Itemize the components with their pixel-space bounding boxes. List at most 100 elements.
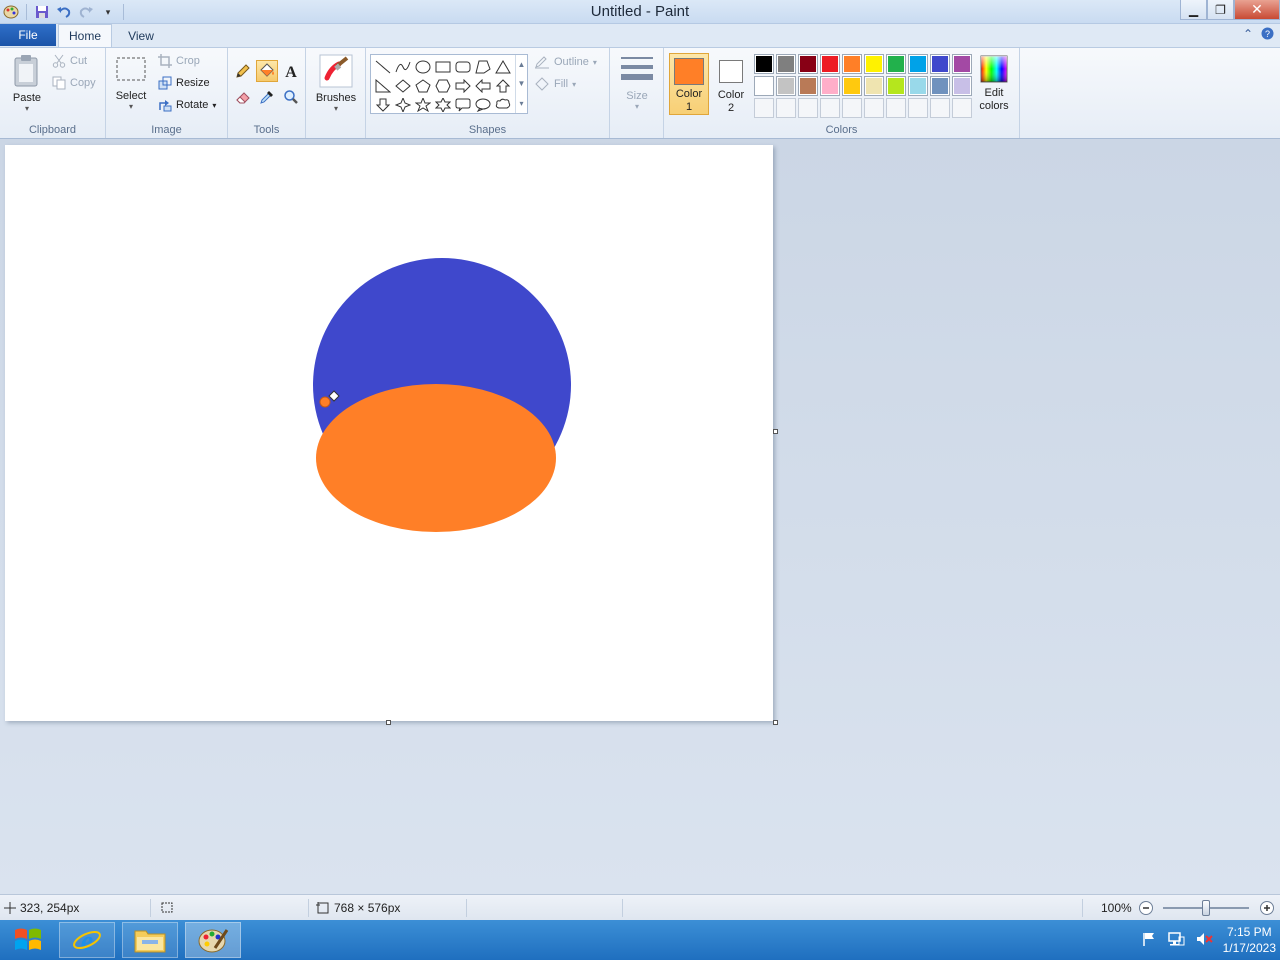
palette-color-swatch[interactable]	[842, 76, 862, 96]
swatch-fill	[843, 99, 861, 117]
six-point-star-shape-icon[interactable]	[433, 95, 453, 114]
palette-color-swatch[interactable]	[842, 54, 862, 74]
palette-custom-empty-swatch[interactable]	[930, 98, 950, 118]
start-button[interactable]	[6, 924, 50, 956]
palette-color-swatch[interactable]	[864, 54, 884, 74]
right-arrow-shape-icon[interactable]	[453, 76, 473, 95]
brushes-button[interactable]: Brushes ▾	[314, 54, 358, 113]
palette-custom-empty-swatch[interactable]	[754, 98, 774, 118]
right-triangle-shape-icon[interactable]	[373, 76, 393, 95]
color-picker-icon[interactable]	[256, 86, 278, 108]
canvas-resize-handle-bottom[interactable]	[386, 720, 391, 725]
system-clock[interactable]: 7:15 PM 1/17/2023	[1223, 924, 1276, 956]
palette-color-swatch[interactable]	[908, 54, 928, 74]
palette-color-swatch[interactable]	[930, 54, 950, 74]
line-shape-icon[interactable]	[373, 57, 393, 76]
taskbar-file-explorer[interactable]	[122, 922, 178, 958]
canvas-resize-handle-corner[interactable]	[773, 720, 778, 725]
palette-color-swatch[interactable]	[776, 76, 796, 96]
palette-color-swatch[interactable]	[754, 54, 774, 74]
down-arrow-shape-icon[interactable]	[373, 95, 393, 114]
close-button[interactable]: ✕	[1234, 0, 1280, 20]
taskbar-paint[interactable]	[185, 922, 241, 958]
palette-color-swatch[interactable]	[952, 76, 972, 96]
tab-file[interactable]: File	[0, 24, 56, 46]
taskbar-internet-explorer[interactable]: e	[59, 922, 115, 958]
fill-bucket-icon[interactable]	[256, 60, 278, 82]
zoom-slider-thumb[interactable]	[1202, 900, 1210, 916]
four-point-star-shape-icon[interactable]	[393, 95, 413, 114]
oval-callout-shape-icon[interactable]	[473, 95, 493, 114]
help-icon[interactable]: ?	[1261, 27, 1274, 43]
palette-color-swatch[interactable]	[798, 76, 818, 96]
curve-shape-icon[interactable]	[393, 57, 413, 76]
hexagon-shape-icon[interactable]	[433, 76, 453, 95]
palette-custom-empty-swatch[interactable]	[886, 98, 906, 118]
scroll-down-icon[interactable]: ▼	[518, 79, 526, 88]
minimize-ribbon-icon[interactable]: ⌃	[1243, 27, 1253, 43]
pentagon-shape-icon[interactable]	[413, 76, 433, 95]
canvas-resize-handle-right[interactable]	[773, 429, 778, 434]
crop-button[interactable]: Crop	[158, 54, 200, 68]
palette-custom-empty-swatch[interactable]	[798, 98, 818, 118]
scroll-up-icon[interactable]: ▲	[518, 60, 526, 69]
oval-shape-icon[interactable]	[413, 57, 433, 76]
triangle-shape-icon[interactable]	[493, 57, 513, 76]
outline-button[interactable]: Outline ▾	[534, 55, 597, 69]
left-arrow-shape-icon[interactable]	[473, 76, 493, 95]
rounded-callout-shape-icon[interactable]	[453, 95, 473, 114]
palette-color-swatch[interactable]	[886, 54, 906, 74]
pencil-icon[interactable]	[232, 60, 254, 82]
volume-muted-icon[interactable]	[1195, 931, 1213, 950]
palette-color-swatch[interactable]	[908, 76, 928, 96]
polygon-shape-icon[interactable]	[473, 57, 493, 76]
resize-button[interactable]: Resize	[158, 76, 210, 90]
palette-custom-empty-swatch[interactable]	[952, 98, 972, 118]
zoom-out-button[interactable]	[1138, 895, 1154, 921]
five-point-star-shape-icon[interactable]	[413, 95, 433, 114]
expand-gallery-icon[interactable]: ▾	[519, 99, 523, 108]
palette-color-swatch[interactable]	[754, 76, 774, 96]
copy-button[interactable]: Copy	[52, 76, 96, 90]
tab-home[interactable]: Home	[58, 24, 112, 47]
color1-button[interactable]: Color 1	[669, 53, 709, 115]
shapes-scrollbar[interactable]: ▲ ▼ ▾	[515, 55, 527, 113]
rotate-button[interactable]: Rotate ▾	[158, 98, 216, 112]
color2-button[interactable]: Color 2	[711, 53, 751, 115]
action-center-flag-icon[interactable]	[1141, 931, 1157, 950]
palette-color-swatch[interactable]	[798, 54, 818, 74]
palette-color-swatch[interactable]	[886, 76, 906, 96]
fill-button[interactable]: Fill ▾	[534, 77, 576, 91]
palette-custom-empty-swatch[interactable]	[864, 98, 884, 118]
network-icon[interactable]	[1167, 931, 1185, 950]
cloud-callout-shape-icon[interactable]	[493, 95, 513, 114]
diamond-shape-icon[interactable]	[393, 76, 413, 95]
up-arrow-shape-icon[interactable]	[493, 76, 513, 95]
edit-colors-button[interactable]: Edit colors	[974, 54, 1014, 113]
paste-button[interactable]: Paste ▾	[8, 54, 46, 113]
size-button[interactable]: Size ▾	[618, 54, 656, 111]
palette-color-swatch[interactable]	[952, 54, 972, 74]
tab-view[interactable]: View	[116, 24, 166, 47]
drawing-canvas[interactable]	[5, 145, 773, 721]
select-button[interactable]: Select ▾	[114, 54, 148, 111]
maximize-button[interactable]: ❐	[1207, 0, 1234, 20]
zoom-in-button[interactable]	[1259, 895, 1275, 921]
palette-color-swatch[interactable]	[930, 76, 950, 96]
rounded-rectangle-shape-icon[interactable]	[453, 57, 473, 76]
palette-custom-empty-swatch[interactable]	[842, 98, 862, 118]
palette-color-swatch[interactable]	[820, 76, 840, 96]
magnifier-icon[interactable]	[280, 86, 302, 108]
eraser-icon[interactable]	[232, 86, 254, 108]
canvas-workspace[interactable]	[0, 139, 1280, 894]
minimize-button[interactable]: ▁	[1180, 0, 1207, 20]
palette-custom-empty-swatch[interactable]	[908, 98, 928, 118]
rectangle-shape-icon[interactable]	[433, 57, 453, 76]
palette-color-swatch[interactable]	[864, 76, 884, 96]
palette-color-swatch[interactable]	[820, 54, 840, 74]
cut-button[interactable]: Cut	[52, 54, 87, 68]
palette-custom-empty-swatch[interactable]	[776, 98, 796, 118]
text-tool-icon[interactable]: A	[280, 60, 302, 82]
palette-color-swatch[interactable]	[776, 54, 796, 74]
palette-custom-empty-swatch[interactable]	[820, 98, 840, 118]
